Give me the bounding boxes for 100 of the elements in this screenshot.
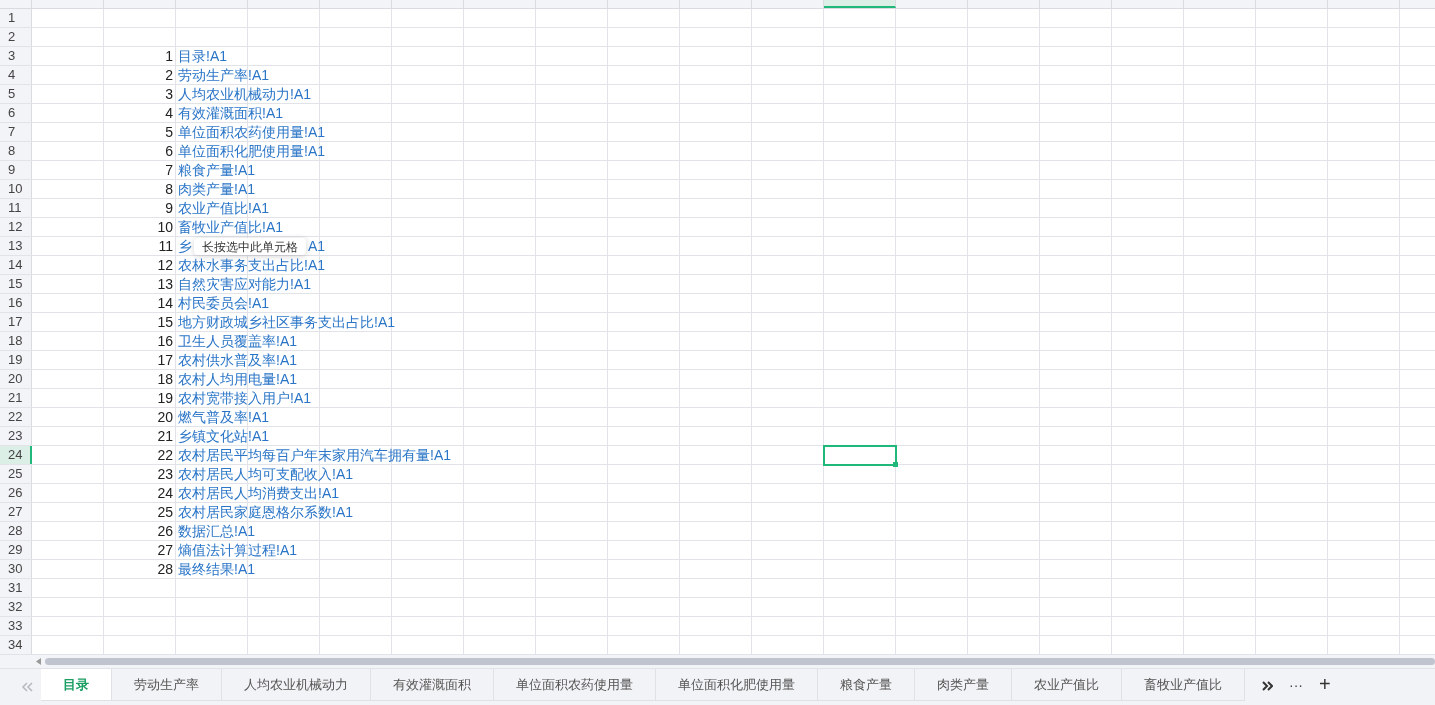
row-header[interactable]: 31 [0,579,32,597]
row-header[interactable]: 5 [0,85,32,103]
row-header[interactable]: 25 [0,465,32,483]
row-header[interactable]: 9 [0,161,32,179]
sheet-link[interactable]: 乡镇文化站!A1 [178,427,269,445]
sheet-link[interactable]: 单位面积化肥使用量!A1 [178,142,325,160]
index-cell: 5 [165,123,173,141]
index-cell: 18 [157,370,173,388]
sheet-link[interactable]: 农村居民人均可支配收入!A1 [178,465,353,483]
row-header[interactable]: 17 [0,313,32,331]
sheet-link[interactable]: 熵值法计算过程!A1 [178,541,297,559]
index-cell: 10 [157,218,173,236]
row-header[interactable]: 30 [0,560,32,578]
sheet-link[interactable]: 农村人均用电量!A1 [178,370,297,388]
sheet-link[interactable]: 农村居民家庭恩格尔系数!A1 [178,503,353,521]
horizontal-scrollbar[interactable] [45,658,1435,665]
sheet-link[interactable]: 农村宽带接入用户!A1 [178,389,311,407]
index-cell: 23 [157,465,173,483]
sheet-tab[interactable]: 农业产值比 [1012,669,1122,701]
sheet-link[interactable]: 卫生人员覆盖率!A1 [178,332,297,350]
row-header[interactable]: 6 [0,104,32,122]
row-header[interactable]: 8 [0,142,32,160]
index-cell: 13 [157,275,173,293]
row-header[interactable]: 1 [0,9,32,27]
scroll-tabs-left-icon[interactable] [21,682,33,692]
sheet-link[interactable]: 农村供水普及率!A1 [178,351,297,369]
row-header[interactable]: 29 [0,541,32,559]
row-header[interactable]: 3 [0,47,32,65]
index-cell: 15 [157,313,173,331]
sheet-link[interactable]: 粮食产量!A1 [178,161,255,179]
row-header[interactable]: 24 [0,446,32,464]
add-sheet-button[interactable]: + [1319,672,1331,696]
row-header[interactable]: 27 [0,503,32,521]
sheet-link[interactable]: 乡 [178,237,192,255]
row-header[interactable]: 14 [0,256,32,274]
row-header[interactable]: 2 [0,28,32,46]
row-header[interactable]: 7 [0,123,32,141]
row-header[interactable]: 23 [0,427,32,445]
row-header[interactable]: 19 [0,351,32,369]
sheet-link[interactable]: 地方财政城乡社区事务支出占比!A1 [178,313,395,331]
sheet-link[interactable]: 目录!A1 [178,47,227,65]
sheet-link[interactable]: 劳动生产率!A1 [178,66,269,84]
column-header[interactable] [824,0,896,8]
sheet-link[interactable]: 数据汇总!A1 [178,522,255,540]
scroll-left-icon[interactable] [36,658,41,665]
sheet-link[interactable]: 燃气普及率!A1 [178,408,269,426]
sheet-tab[interactable]: 粮食产量 [818,669,915,701]
row-header[interactable]: 4 [0,66,32,84]
row-header[interactable]: 26 [0,484,32,502]
sheet-link[interactable]: 畜牧业产值比!A1 [178,218,283,236]
index-cell: 21 [157,427,173,445]
sheet-link[interactable]: 自然灾害应对能力!A1 [178,275,311,293]
sheet-tab[interactable]: 有效灌溉面积 [371,669,494,701]
row-header[interactable]: 15 [0,275,32,293]
row-header[interactable]: 33 [0,617,32,635]
sheet-tab[interactable]: 人均农业机械动力 [222,669,371,701]
sheet-link[interactable]: 农林水事务支出占比!A1 [178,256,325,274]
row-header[interactable]: 12 [0,218,32,236]
sheet-link[interactable]: A1 [308,237,326,255]
index-cell: 3 [165,85,173,103]
selected-cell[interactable] [823,445,897,466]
sheet-tab[interactable]: 畜牧业产值比 [1122,669,1245,701]
row-header[interactable]: 28 [0,522,32,540]
sheet-link[interactable]: 人均农业机械动力!A1 [178,85,311,103]
index-cell: 2 [165,66,173,84]
sheet-link[interactable]: 单位面积农药使用量!A1 [178,123,325,141]
sheet-link[interactable]: 有效灌溉面积!A1 [178,104,283,122]
row-header[interactable]: 20 [0,370,32,388]
sheet-tab[interactable]: 劳动生产率 [112,669,222,701]
row-header[interactable]: 10 [0,180,32,198]
index-cell: 20 [157,408,173,426]
index-cell: 4 [165,104,173,122]
tooltip: 长按选中此单元格 [194,238,306,255]
sheet-link[interactable]: 村民委员会!A1 [178,294,269,312]
row-header[interactable]: 11 [0,199,32,217]
sheet-link[interactable]: 农村居民人均消费支出!A1 [178,484,339,502]
row-header[interactable]: 32 [0,598,32,616]
index-cell: 28 [157,560,173,578]
row-header[interactable]: 34 [0,636,32,654]
more-sheets-button[interactable]: ··· [1289,675,1303,696]
sheet-tab[interactable]: 目录 [41,669,112,701]
sheet-tab[interactable]: 肉类产量 [915,669,1012,701]
index-cell: 6 [165,142,173,160]
row-header[interactable]: 16 [0,294,32,312]
row-header[interactable]: 21 [0,389,32,407]
sheet-link[interactable]: 农村居民平均每百户年末家用汽车拥有量!A1 [178,446,451,464]
sheet-link[interactable]: 农业产值比!A1 [178,199,269,217]
row-header[interactable]: 13 [0,237,32,255]
index-cell: 16 [157,332,173,350]
index-cell: 24 [157,484,173,502]
sheet-tab[interactable]: 单位面积化肥使用量 [656,669,818,701]
sheet-link[interactable]: 肉类产量!A1 [178,180,255,198]
sheet-link[interactable]: 最终结果!A1 [178,560,255,578]
index-cell: 14 [157,294,173,312]
sheet-tab[interactable]: 单位面积农药使用量 [494,669,656,701]
index-cell: 27 [157,541,173,559]
scroll-tabs-right-icon[interactable] [1261,680,1273,692]
row-header[interactable]: 18 [0,332,32,350]
index-cell: 17 [157,351,173,369]
row-header[interactable]: 22 [0,408,32,426]
